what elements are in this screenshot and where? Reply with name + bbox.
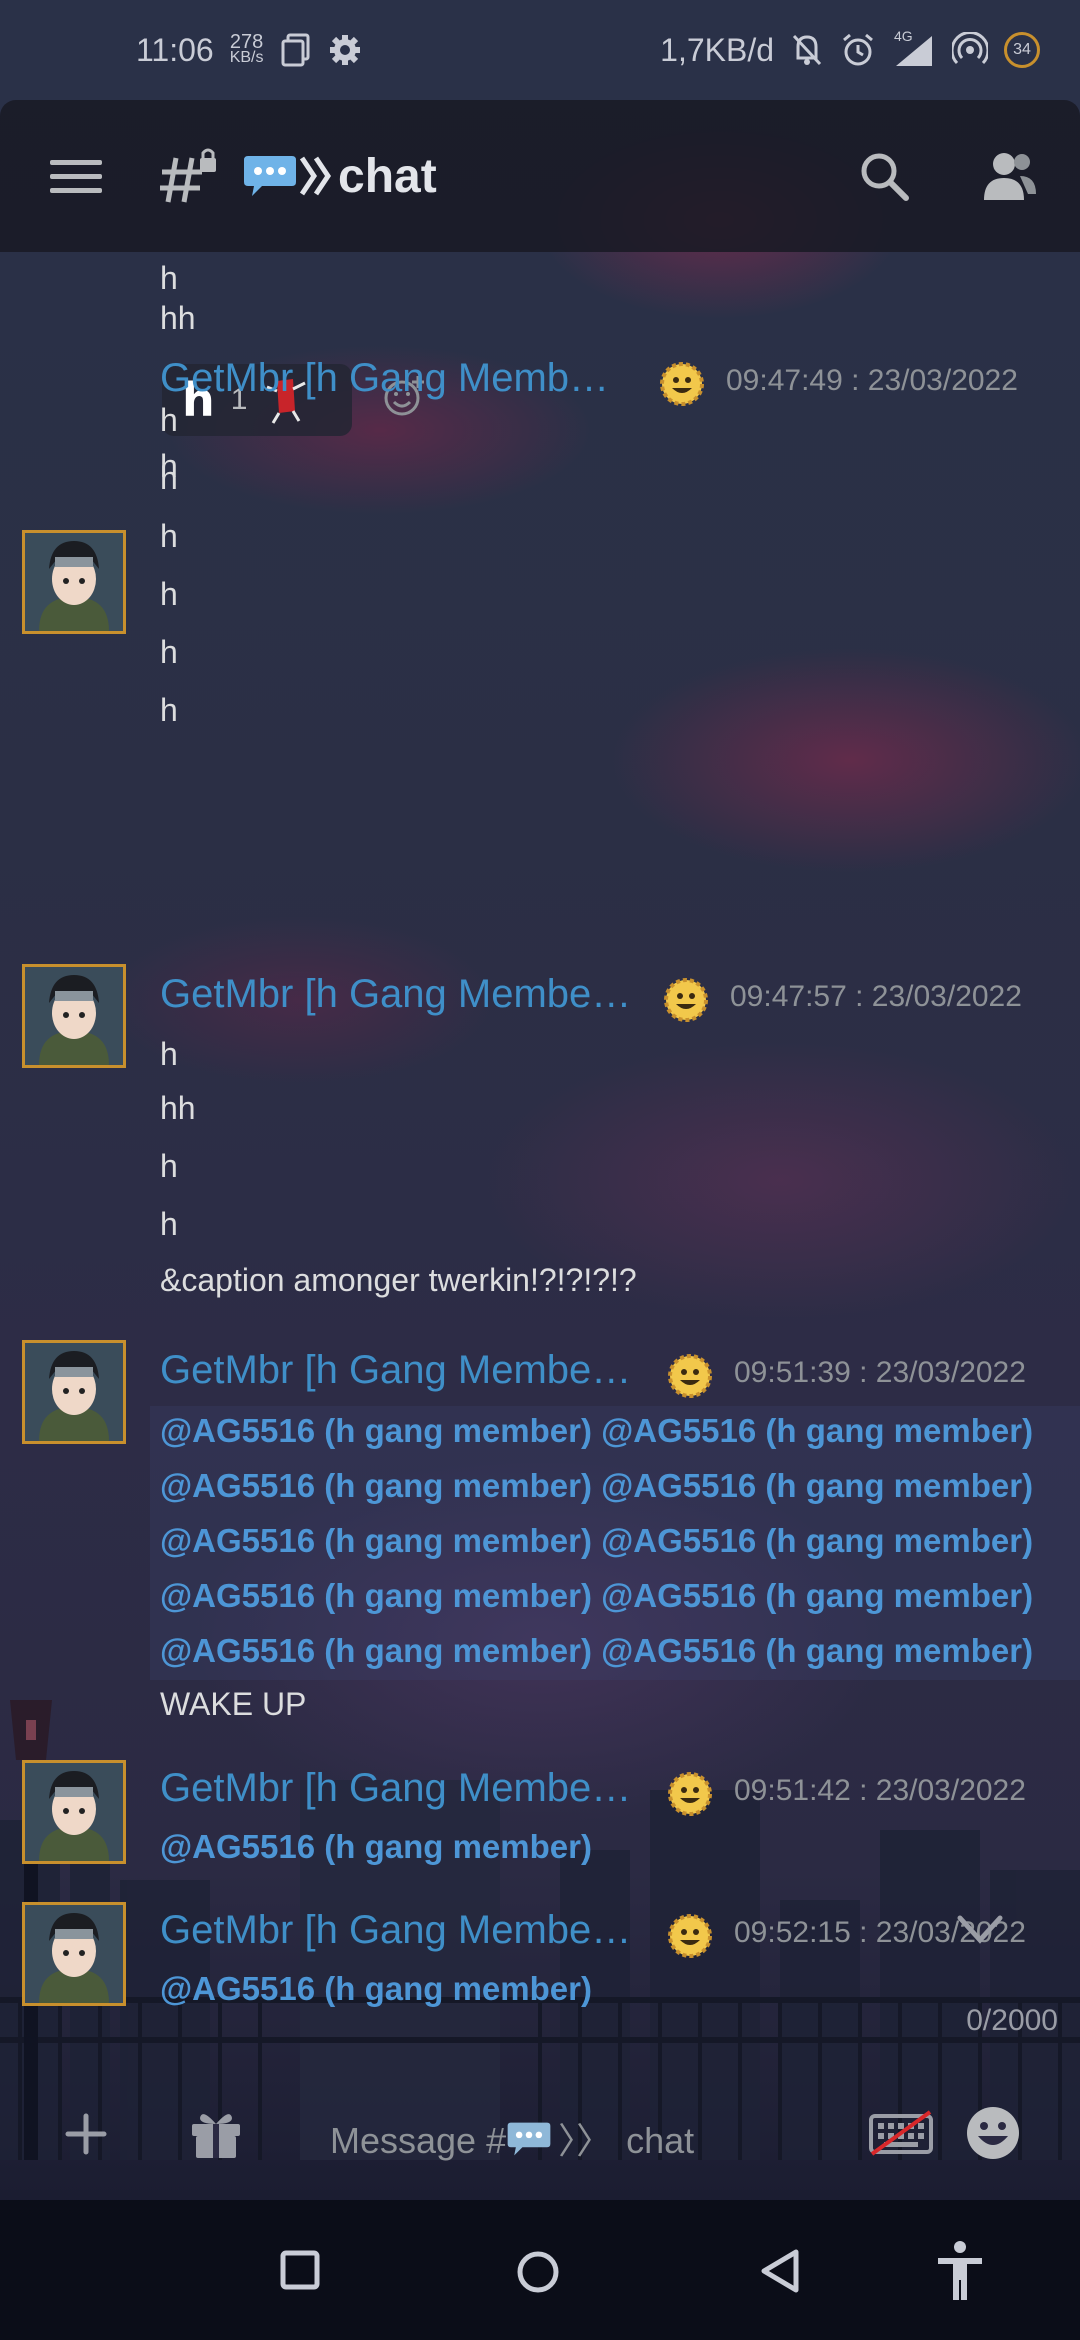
system-navigation-bar bbox=[0, 2200, 1080, 2340]
locked-channel-hash-icon bbox=[160, 148, 216, 203]
home-circle-icon[interactable] bbox=[516, 2250, 560, 2294]
settings-gear-icon bbox=[329, 35, 360, 65]
message-list[interactable]: h hh h 1 h GetMbr [h Gang Memb… 09:47:49… bbox=[0, 252, 1080, 2022]
message-author[interactable]: GetMbr [h Gang Membe… bbox=[160, 972, 631, 1017]
avatar[interactable] bbox=[22, 964, 126, 1068]
alarm-clock-icon bbox=[843, 33, 873, 66]
message-line: h bbox=[160, 1036, 178, 1072]
message-line: hh bbox=[160, 1090, 196, 1126]
avatar-illustration bbox=[25, 1905, 123, 2003]
battery-icon: 34 bbox=[1004, 32, 1040, 68]
signal-icon: 4G bbox=[892, 28, 936, 68]
message-line: h bbox=[160, 260, 178, 296]
emoji-picker-icon[interactable] bbox=[964, 2104, 1022, 2162]
message-author[interactable]: GetMbr [h Gang Membe… bbox=[160, 1908, 631, 1953]
network-speed-unit: KB/s bbox=[229, 49, 264, 66]
avatar-illustration bbox=[25, 1763, 123, 1861]
network-speed-value: 278 bbox=[229, 31, 264, 53]
message-timestamp: 09:47:49 : 23/03/2022 bbox=[726, 364, 1018, 397]
mention-row[interactable]: @AG5516 (h gang member) @AG5516 (h gang … bbox=[160, 1632, 1033, 1670]
clipboard-icon bbox=[281, 33, 309, 67]
double-chevron-right-icon: 〉〉 bbox=[558, 2120, 613, 2161]
placeholder-channel: chat bbox=[626, 2120, 695, 2161]
status-bar: 11:06 278 KB/s 1,7KB/d 4G 34 bbox=[0, 0, 1080, 100]
members-icon[interactable] bbox=[980, 150, 1040, 202]
smiley-badge-icon bbox=[664, 978, 708, 1022]
mention-row[interactable]: @AG5516 (h gang member) @AG5516 (h gang … bbox=[160, 1577, 1033, 1615]
avatar-illustration bbox=[25, 533, 123, 631]
message-author[interactable]: GetMbr [h Gang Memb… bbox=[160, 356, 609, 401]
speech-bubble-icon bbox=[244, 156, 296, 196]
message-line: h bbox=[160, 1148, 178, 1184]
mention-row[interactable]: @AG5516 (h gang member) bbox=[160, 1828, 592, 1866]
message-author[interactable]: GetMbr [h Gang Membe… bbox=[160, 1766, 631, 1811]
smiley-badge-icon bbox=[668, 1354, 712, 1398]
recent-apps-square-icon[interactable] bbox=[280, 2250, 320, 2290]
channel-header: chat bbox=[0, 100, 1080, 252]
smiley-badge-icon bbox=[668, 1914, 712, 1958]
avatar[interactable] bbox=[22, 1902, 126, 2006]
hotspot-icon bbox=[952, 32, 988, 65]
message-timestamp: 09:51:42 : 23/03/2022 bbox=[734, 1774, 1026, 1807]
mention-row[interactable]: @AG5516 (h gang member) @AG5516 (h gang … bbox=[160, 1412, 1033, 1450]
avatar[interactable] bbox=[22, 530, 126, 634]
data-usage: 1,7KB/d bbox=[660, 31, 774, 68]
avatar[interactable] bbox=[22, 1760, 126, 1864]
scroll-to-bottom-chevron-icon[interactable] bbox=[950, 1900, 1010, 1960]
message-author[interactable]: GetMbr [h Gang Membe… bbox=[160, 1348, 631, 1393]
message-line: h bbox=[160, 1206, 178, 1242]
message-line: h bbox=[160, 634, 178, 670]
search-icon[interactable] bbox=[858, 150, 910, 202]
speech-bubble-icon bbox=[507, 2122, 551, 2156]
channel-title: chat bbox=[338, 149, 437, 203]
message-line: h bbox=[160, 402, 178, 438]
accessibility-icon[interactable] bbox=[934, 2240, 986, 2302]
message-line: h bbox=[160, 692, 178, 728]
message-timestamp: 09:47:57 : 23/03/2022 bbox=[730, 980, 1022, 1013]
mention-row[interactable]: @AG5516 (h gang member) @AG5516 (h gang … bbox=[160, 1467, 1033, 1505]
network-speed: 278 KB/s bbox=[229, 31, 264, 66]
avatar[interactable] bbox=[22, 1340, 126, 1444]
character-counter: 0/2000 bbox=[966, 2004, 1058, 2037]
mention-row[interactable]: @AG5516 (h gang member) @AG5516 (h gang … bbox=[160, 1522, 1033, 1560]
mention-row[interactable]: @AG5516 (h gang member) bbox=[160, 1970, 592, 2008]
smiley-badge-icon bbox=[660, 362, 704, 406]
avatar-illustration bbox=[25, 1343, 123, 1441]
smiley-badge-icon bbox=[668, 1772, 712, 1816]
plus-icon[interactable] bbox=[62, 2110, 110, 2158]
bell-muted-icon bbox=[792, 34, 822, 66]
battery-level: 34 bbox=[1013, 41, 1031, 58]
gift-icon[interactable] bbox=[188, 2106, 244, 2160]
placeholder-prefix: Message # bbox=[330, 2120, 507, 2161]
avatar-illustration bbox=[25, 967, 123, 1065]
message-line: h bbox=[160, 518, 178, 554]
message-line: hh bbox=[160, 300, 196, 336]
message-line: h bbox=[160, 576, 178, 612]
message-line: &caption amonger twerkin!?!?!?!? bbox=[160, 1262, 637, 1298]
double-chevron-right-icon bbox=[299, 156, 332, 196]
network-type: 4G bbox=[894, 28, 913, 44]
back-triangle-icon[interactable] bbox=[760, 2248, 800, 2294]
message-line: h bbox=[160, 460, 178, 496]
status-time: 11:06 bbox=[136, 31, 214, 68]
message-placeholder: Message # 〉〉 chat bbox=[330, 2112, 694, 2164]
keyboard-disabled-icon[interactable] bbox=[868, 2110, 934, 2156]
message-line: WAKE UP bbox=[160, 1686, 307, 1722]
message-timestamp: 09:51:39 : 23/03/2022 bbox=[734, 1356, 1026, 1389]
hamburger-menu-icon[interactable] bbox=[50, 156, 102, 196]
